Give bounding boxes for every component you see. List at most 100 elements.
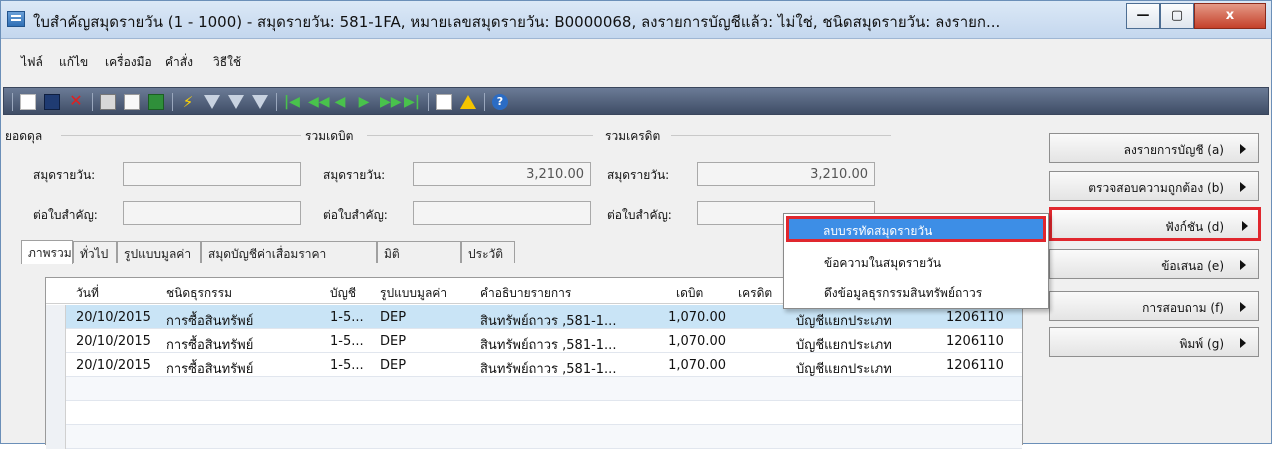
export-excel-icon[interactable] — [148, 94, 164, 110]
menu-item-fetch-fixed-asset-transactions[interactable]: ดึงข้อมูลธุรกรรมสินทรัพย์ถาวร — [786, 278, 1046, 304]
new-record-icon[interactable] — [20, 94, 36, 110]
tab-depreciation-book[interactable]: สมุดบัญชีค่าเสื่อมราคา — [201, 241, 377, 263]
help-icon[interactable]: ? — [492, 94, 508, 110]
cell-account[interactable]: 1-5... — [330, 310, 364, 325]
debit-voucher-field[interactable] — [413, 201, 591, 225]
balance-voucher-field[interactable] — [123, 201, 301, 225]
next-page-icon[interactable]: ▶▶ — [380, 94, 402, 110]
balance-journal-field[interactable] — [123, 162, 301, 186]
inquiry-button[interactable]: การสอบถาม (f) — [1049, 291, 1259, 321]
tab-general[interactable]: ทั่วไป — [73, 241, 117, 263]
last-record-icon[interactable]: ▶| — [404, 94, 420, 110]
row-selector[interactable] — [46, 305, 66, 329]
cell-offset-account[interactable]: 1206110 — [946, 334, 1004, 349]
menu-item-journal-texts[interactable]: ข้อความในสมุดรายวัน — [786, 248, 1046, 274]
tab-history[interactable]: ประวัติ — [461, 241, 515, 263]
row-selector[interactable] — [46, 425, 66, 449]
functions-button[interactable]: ฟังก์ชัน (d) — [1049, 207, 1261, 241]
cell-description[interactable]: สินทรัพย์ถาวร ,581-1... — [480, 358, 616, 379]
cell-date[interactable]: 20/10/2015 — [76, 334, 151, 349]
menu-edit[interactable]: แก้ไข — [59, 53, 88, 72]
menu-file[interactable]: ไฟล์ — [21, 53, 43, 72]
sort-filter-icon[interactable] — [252, 95, 268, 109]
tab-overview[interactable]: ภาพรวม — [21, 240, 73, 264]
proposal-button-label: ข้อเสนอ (e) — [1161, 259, 1224, 273]
cell-offset-account-type[interactable]: บัญชีแยกประเภท — [796, 358, 892, 379]
table-row[interactable]: 20/10/2015 การซื้อสินทรัพย์ 1-5... DEP ส… — [46, 353, 1022, 377]
cell-account[interactable]: 1-5... — [330, 358, 364, 373]
cell-date[interactable]: 20/10/2015 — [76, 358, 151, 373]
cell-description[interactable]: สินทรัพย์ถาวร ,581-1... — [480, 310, 616, 331]
cell-account[interactable]: 1-5... — [330, 334, 364, 349]
cell-value-model[interactable]: DEP — [380, 358, 406, 373]
toolbar: ✕ ⚡ |◀ ◀◀ ◀ ▶ ▶▶ ▶| ? — [3, 87, 1269, 115]
column-header-transaction-type[interactable]: ชนิดธุรกรรม — [166, 284, 232, 303]
row-selector[interactable] — [46, 377, 66, 401]
cell-offset-account[interactable]: 1206110 — [946, 358, 1004, 373]
cell-debit[interactable]: 1,070.00 — [666, 358, 726, 373]
column-header-account[interactable]: บัญชี — [330, 284, 356, 303]
column-header-value-model[interactable]: รูปแบบมูลค่า — [380, 284, 447, 303]
print-preview-icon[interactable] — [124, 94, 140, 110]
balance-journal-label: สมุดรายวัน: — [33, 168, 96, 182]
cell-offset-account-type[interactable]: บัญชีแยกประเภท — [796, 310, 892, 331]
save-icon[interactable] — [44, 94, 60, 110]
table-row[interactable]: 20/10/2015 การซื้อสินทรัพย์ 1-5... DEP ส… — [46, 329, 1022, 353]
print-button[interactable]: พิมพ์ (g) — [1049, 327, 1259, 357]
debit-journal-field[interactable]: 3,210.00 — [413, 162, 591, 186]
cell-value-model[interactable]: DEP — [380, 334, 406, 349]
row-selector[interactable] — [46, 329, 66, 353]
toolbar-separator — [428, 93, 429, 111]
table-row-empty[interactable] — [46, 401, 1022, 425]
cell-transaction-type[interactable]: การซื้อสินทรัพย์ — [166, 334, 253, 355]
maximize-button[interactable]: ▢ — [1160, 3, 1194, 29]
column-header-credit[interactable]: เครดิต — [738, 284, 772, 303]
filter-by-grid-icon[interactable] — [204, 95, 220, 109]
cell-description[interactable]: สินทรัพย์ถาวร ,581-1... — [480, 334, 616, 355]
alert-icon[interactable] — [460, 95, 476, 109]
cell-transaction-type[interactable]: การซื้อสินทรัพย์ — [166, 358, 253, 379]
cell-debit[interactable]: 1,070.00 — [666, 310, 726, 325]
document-handling-icon[interactable] — [436, 94, 452, 110]
group-divider — [367, 135, 593, 136]
close-button[interactable]: x — [1194, 3, 1266, 29]
chevron-right-icon — [1240, 144, 1246, 154]
print-icon[interactable] — [100, 94, 116, 110]
menu-bar: ไฟล์ แก้ไข เครื่องมือ คำสั่ง วิธีใช้ — [1, 47, 1271, 75]
filter-by-selection-icon[interactable]: ⚡ — [180, 94, 196, 110]
cell-offset-account-type[interactable]: บัญชีแยกประเภท — [796, 334, 892, 355]
validate-button[interactable]: ตรวจสอบความถูกต้อง (b) — [1049, 171, 1259, 201]
menu-command[interactable]: คำสั่ง — [165, 53, 193, 72]
menu-tools[interactable]: เครื่องมือ — [105, 53, 152, 72]
proposal-button[interactable]: ข้อเสนอ (e) — [1049, 249, 1259, 279]
toolbar-separator — [172, 93, 173, 111]
cell-offset-account[interactable]: 1206110 — [946, 310, 1004, 325]
post-button[interactable]: ลงรายการบัญชี (a) — [1049, 133, 1259, 163]
menu-item-label: ข้อความในสมุดรายวัน — [824, 256, 942, 270]
first-record-icon[interactable]: |◀ — [284, 94, 300, 110]
cell-debit[interactable]: 1,070.00 — [666, 334, 726, 349]
next-record-icon[interactable]: ▶ — [356, 94, 372, 110]
previous-page-icon[interactable]: ◀◀ — [308, 94, 330, 110]
advanced-filter-icon[interactable] — [228, 95, 244, 109]
app-icon[interactable] — [7, 11, 25, 27]
delete-icon[interactable]: ✕ — [68, 93, 84, 110]
cell-transaction-type[interactable]: การซื้อสินทรัพย์ — [166, 310, 253, 331]
table-row-empty[interactable] — [46, 425, 1022, 449]
credit-journal-label: สมุดรายวัน: — [607, 168, 670, 182]
cell-value-model[interactable]: DEP — [380, 310, 406, 325]
previous-record-icon[interactable]: ◀ — [332, 94, 348, 110]
tab-dimensions[interactable]: มิติ — [377, 241, 461, 263]
minimize-button[interactable]: — — [1126, 3, 1160, 29]
menu-help[interactable]: วิธีใช้ — [213, 53, 241, 72]
column-header-description[interactable]: คำอธิบายรายการ — [480, 284, 571, 303]
tab-value-model[interactable]: รูปแบบมูลค่า — [117, 241, 201, 263]
credit-journal-field[interactable]: 3,210.00 — [697, 162, 875, 186]
table-row-empty[interactable] — [46, 377, 1022, 401]
cell-date[interactable]: 20/10/2015 — [76, 310, 151, 325]
menu-item-delete-journal-lines[interactable]: ลบบรรทัดสมุดรายวัน — [786, 216, 1046, 242]
row-selector[interactable] — [46, 353, 66, 377]
row-selector[interactable] — [46, 401, 66, 425]
column-header-date[interactable]: วันที่ — [76, 284, 99, 303]
column-header-debit[interactable]: เดบิต — [676, 284, 703, 303]
